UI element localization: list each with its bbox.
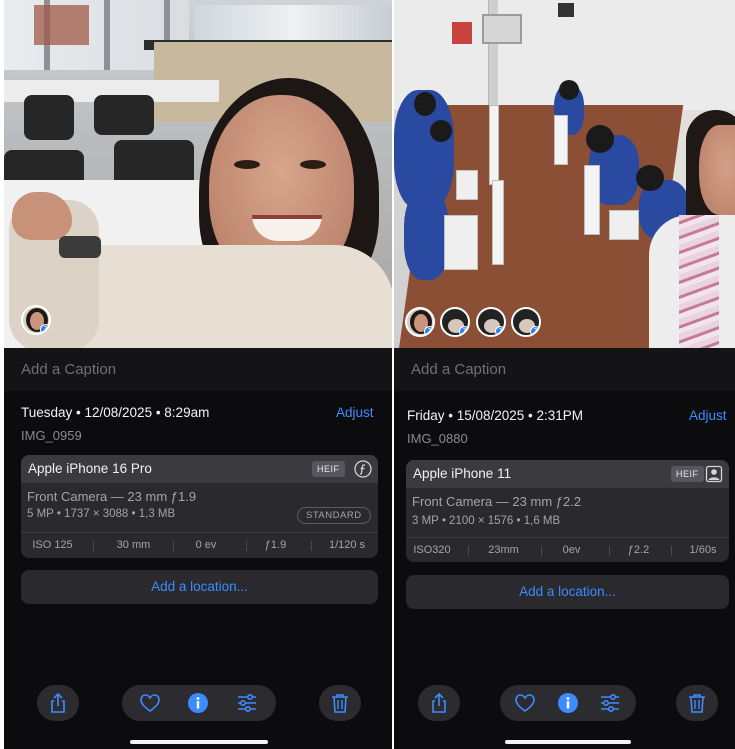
- caption-field[interactable]: Add a Caption: [394, 348, 735, 391]
- adjust-sliders-icon[interactable]: [236, 692, 258, 714]
- image-specs: 3 MP • 2100 × 1576 • 1,6 MB: [412, 515, 561, 527]
- action-pill: [122, 685, 276, 721]
- person-avatar-3[interactable]: ?: [476, 307, 506, 337]
- photo-info-screen-left: ? Add a Caption Tuesday • 12/08/2025 • 8…: [4, 0, 392, 749]
- exif-shutter-speed: 1/60s: [689, 544, 717, 556]
- exif-aperture: ƒ1.9: [264, 539, 287, 551]
- exif-aperture: ƒ2.2: [627, 544, 650, 556]
- trash-icon: [689, 694, 705, 713]
- exif-iso: ISO 125: [32, 539, 73, 551]
- delete-button[interactable]: [676, 685, 718, 721]
- exif-exposure-value: 0ev: [562, 544, 581, 556]
- photo-info-screen-right: ? ? ? ? Add a Caption Friday • 15/08/202…: [394, 0, 735, 749]
- info-icon[interactable]: [557, 692, 579, 714]
- person-avatar-2[interactable]: ?: [440, 307, 470, 337]
- exif-iso: ISO320: [413, 544, 451, 556]
- exif-shutter-speed: 1/120 s: [328, 539, 366, 551]
- adjust-button[interactable]: Adjust: [689, 408, 727, 423]
- heart-icon[interactable]: [139, 692, 161, 714]
- home-indicator[interactable]: [130, 740, 268, 744]
- home-indicator[interactable]: [505, 740, 631, 744]
- portrait-icon: [705, 465, 723, 483]
- exif-focal-length: 23mm: [488, 544, 519, 556]
- person-avatar-4[interactable]: ?: [511, 307, 541, 337]
- person-avatar[interactable]: ?: [21, 305, 51, 335]
- heart-icon[interactable]: [514, 692, 536, 714]
- exif-exposure-value: 0 ev: [195, 539, 217, 551]
- image-specs: 5 MP • 1737 × 3088 • 1,3 MB: [27, 508, 176, 520]
- photo-selfie-cafeteria[interactable]: ?: [4, 0, 392, 348]
- photo-datetime: Tuesday • 12/08/2025 • 8:29am: [21, 405, 210, 420]
- exif-row: ISO320 23mm 0ev ƒ2.2 1/60s: [406, 537, 729, 561]
- format-badge: HEIF: [671, 466, 704, 482]
- lens-info: Front Camera — 23 mm ƒ1.9: [27, 489, 197, 504]
- add-location-button[interactable]: Add a location...: [406, 575, 729, 609]
- share-button[interactable]: [37, 685, 79, 721]
- adjust-sliders-icon[interactable]: [599, 692, 621, 714]
- photo-filename: IMG_0959: [21, 428, 82, 443]
- share-icon: [432, 692, 446, 713]
- photo-computer-lab[interactable]: ? ? ? ?: [394, 0, 735, 348]
- photo-filename: IMG_0880: [407, 431, 468, 446]
- delete-button[interactable]: [319, 685, 361, 721]
- photographic-style-badge: STANDARD: [297, 507, 371, 524]
- lens-info: Front Camera — 23 mm ƒ2.2: [412, 494, 582, 509]
- caption-field[interactable]: Add a Caption: [4, 348, 392, 391]
- action-pill: [500, 685, 636, 721]
- adjust-button[interactable]: Adjust: [336, 405, 374, 420]
- format-badge: HEIF: [312, 461, 345, 477]
- person-avatar-1[interactable]: ?: [405, 307, 435, 337]
- info-icon[interactable]: [187, 692, 209, 714]
- photo-datetime: Friday • 15/08/2025 • 2:31PM: [407, 408, 584, 423]
- trash-icon: [332, 694, 348, 713]
- share-button[interactable]: [418, 685, 460, 721]
- f-circle-icon: [354, 460, 372, 478]
- camera-info-card: Apple iPhone 16 Pro HEIF Front Camera — …: [21, 455, 378, 558]
- add-location-button[interactable]: Add a location...: [21, 570, 378, 604]
- share-icon: [51, 692, 65, 713]
- exif-focal-length: 30 mm: [116, 539, 151, 551]
- exif-row: ISO 125 30 mm 0 ev ƒ1.9 1/120 s: [21, 532, 378, 556]
- camera-info-card: Apple iPhone 11 HEIF Front Camera — 23 m…: [406, 460, 729, 562]
